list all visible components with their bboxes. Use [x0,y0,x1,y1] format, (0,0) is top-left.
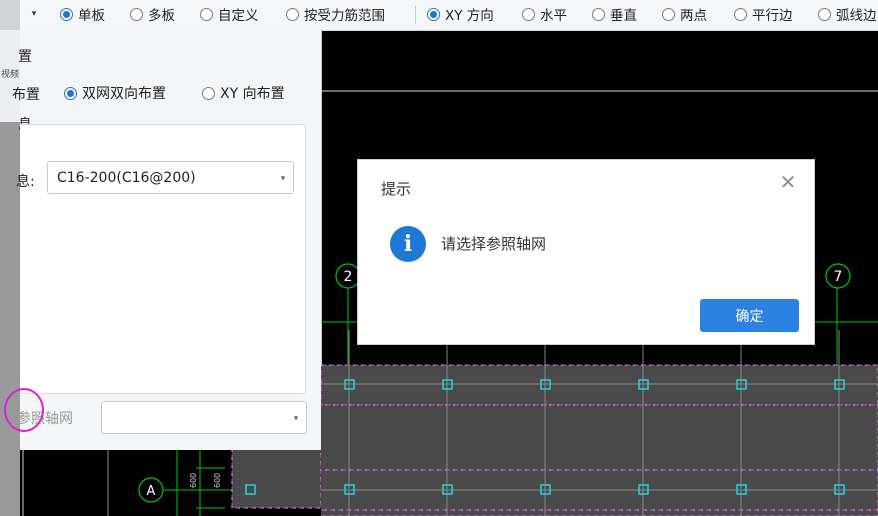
chevron-down-icon: ▾ [280,173,285,182]
radio-indicator [130,7,143,21]
radio-indicator [818,7,831,21]
radio-label: 双网双向布置 [82,86,166,102]
radio-single-slab[interactable]: 单板 [60,4,105,24]
radio-label: 水平 [540,8,567,24]
radio-arc-edge[interactable]: 弧线边 [818,4,877,24]
rebar-layout-panel: 置 布置 双网双向布置 XY 向布置 息 息: C16-200(C16@200)… [12,30,322,450]
axis-label-7: 7 [834,269,843,285]
drawing-canvas-lower[interactable]: A 600 600 [20,450,321,516]
radio-indicator [286,7,299,21]
radio-custom[interactable]: 自定义 [200,4,259,24]
rebar-spec-select[interactable]: C16-200(C16@200) ▾ [47,161,294,194]
radio-dual-net-bidirectional[interactable]: 双网双向布置 [64,83,166,103]
radio-label: 单板 [78,8,105,24]
radio-indicator [200,7,213,21]
radio-vertical[interactable]: 垂直 [592,4,637,24]
radio-label: XY 方向 [445,8,494,24]
radio-label: 两点 [680,8,707,24]
chevron-down-icon: ▾ [31,9,37,19]
slab-region [231,450,321,509]
radio-label: XY 向布置 [220,86,285,102]
info-icon: i [390,226,426,262]
slab-region [321,364,878,406]
radio-indicator [522,7,535,21]
radio-indicator [662,7,675,21]
radio-indicator [64,86,77,100]
radio-label: 弧线边 [836,8,877,24]
chevron-down-icon: ▾ [293,413,298,422]
radio-by-rebar-range[interactable]: 按受力筋范围 [286,4,385,24]
panel-section-title: 置 [18,49,32,65]
radio-multi-slab[interactable]: 多板 [130,4,175,24]
property-dock-tab[interactable]: 视频 [0,30,20,122]
radio-label: 按受力筋范围 [304,8,385,24]
radio-indicator [592,7,605,21]
radio-indicator [60,7,73,21]
toolbar-divider [415,6,416,24]
rebar-info-box: 息: C16-200(C16@200) ▾ [16,124,306,394]
axis-label-2: 2 [344,269,353,285]
axis-label-A: A [147,484,156,499]
radio-parallel-edge[interactable]: 平行边 [734,4,793,24]
radio-label: 平行边 [752,8,793,24]
radio-indicator [427,7,440,21]
dock-tab-label: 视频 [0,70,19,80]
ok-button[interactable]: 确定 [700,299,799,332]
top-toolbar: ▾ 单板 多板 自定义 按受力筋范围 XY 方向 水平 垂直 两点 平行边 弧线… [0,0,878,31]
radio-label: 自定义 [218,8,259,24]
dimension-label: 600 [213,473,222,488]
radio-two-points[interactable]: 两点 [662,4,707,24]
radio-xy-layout[interactable]: XY 向布置 [202,83,285,103]
radio-indicator [202,86,215,100]
prompt-dialog: 提示 ✕ i 请选择参照轴网 确定 [357,159,815,345]
radio-indicator [734,7,747,21]
dimension-label: 600 [189,473,198,488]
layout-label: 布置 [12,87,40,103]
close-icon[interactable]: ✕ [778,172,798,192]
dialog-message: 请选择参照轴网 [441,235,547,253]
radio-horizontal[interactable]: 水平 [522,4,567,24]
radio-xy-direction[interactable]: XY 方向 [427,4,494,24]
radio-label: 垂直 [610,8,637,24]
slab-region [321,405,878,516]
toolbar-dropdown-button[interactable]: ▾ [24,0,44,28]
reference-axis-select[interactable]: ▾ [101,401,307,434]
rebar-spec-value: C16-200(C16@200) [57,169,196,186]
left-strip-top [0,0,20,30]
dialog-title: 提示 [381,180,412,198]
radio-label: 多板 [148,8,175,24]
highlight-circle [4,388,44,432]
rebar-info-label: 息: [16,174,35,190]
